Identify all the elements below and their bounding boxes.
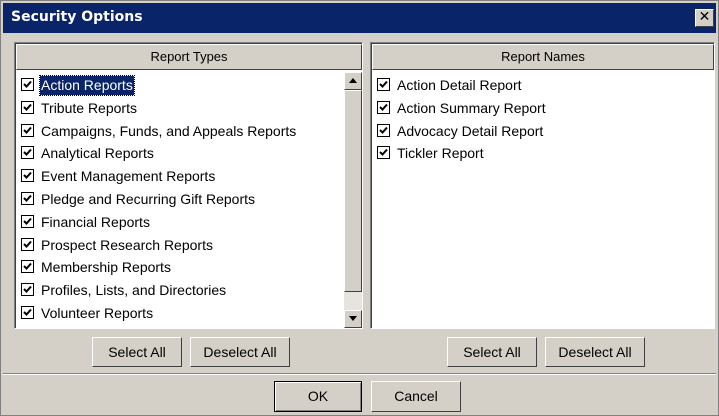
list-item[interactable]: Campaigns, Funds, and Appeals Reports [18,120,297,143]
check-icon [23,103,32,111]
list-item-label: Action Reports [39,75,135,96]
title-bar[interactable]: Security Options ✕ [3,3,716,33]
vertical-scrollbar[interactable] [344,72,362,328]
checkbox[interactable] [377,100,390,114]
check-icon [23,80,32,88]
close-icon: ✕ [698,9,711,25]
check-icon [379,103,388,111]
list-item[interactable]: Action Summary Report [374,97,547,120]
checkbox[interactable] [377,146,390,160]
checkbox[interactable] [21,283,34,297]
list-item-label: Action Summary Report [397,99,546,116]
checkbox[interactable] [21,260,34,274]
list-item[interactable]: Volunteer Reports [18,302,297,325]
checkbox[interactable] [21,237,34,251]
separator [3,373,716,375]
list-item[interactable]: Tickler Report [374,142,547,165]
report-types-header[interactable]: Report Types [16,44,362,70]
check-icon [23,172,32,180]
list-item-label: Financial Reports [41,213,150,230]
list-item[interactable]: Action Detail Report [374,74,547,97]
list-item[interactable]: Profiles, Lists, and Directories [18,279,297,302]
check-icon [23,149,32,157]
report-types-list: Action Reports Tribute Reports Campaigns… [18,74,297,325]
scrollbar-thumb[interactable] [344,90,362,292]
list-item-label: Campaigns, Funds, and Appeals Reports [41,122,297,139]
close-button[interactable]: ✕ [695,9,714,27]
check-icon [23,263,32,271]
window-title: Security Options [11,9,143,25]
list-item[interactable]: Membership Reports [18,256,297,279]
list-item-label: Event Management Reports [41,168,216,185]
report-names-select-all-button[interactable]: Select All [447,337,537,367]
list-item-label: Analytical Reports [41,145,154,162]
list-item[interactable]: Advocacy Detail Report [374,120,547,143]
report-types-panel: Report Types Action Reports Tribute Repo… [14,42,363,329]
report-types-deselect-all-button[interactable]: Deselect All [190,337,290,367]
checkbox[interactable] [21,305,34,319]
check-icon [23,240,32,248]
list-item-label: Volunteer Reports [41,304,154,321]
scroll-down-button[interactable] [344,310,362,328]
check-icon [23,308,32,316]
list-item-label: Action Detail Report [397,77,522,93]
report-names-list: Action Detail Report Action Summary Repo… [374,74,547,165]
report-names-deselect-all-button[interactable]: Deselect All [545,337,645,367]
list-item[interactable]: Pledge and Recurring Gift Reports [18,188,297,211]
security-options-dialog: Security Options ✕ Report Types Action R… [0,0,719,416]
check-icon [23,286,32,294]
checkbox[interactable] [21,78,34,91]
list-item[interactable]: Event Management Reports [18,165,297,188]
checkbox[interactable] [21,169,34,183]
list-item-label: Pledge and Recurring Gift Reports [41,190,255,207]
arrow-down-icon [349,316,357,321]
checkbox[interactable] [377,78,390,91]
list-item[interactable]: Action Reports [18,74,297,97]
checkbox[interactable] [377,123,390,137]
arrow-up-icon [349,78,357,83]
report-names-panel: Report Names Action Detail Report Action… [370,42,715,329]
list-item-label: Profiles, Lists, and Directories [41,282,227,299]
ok-button[interactable]: OK [274,381,362,412]
checkbox[interactable] [21,100,34,114]
list-item[interactable]: Prospect Research Reports [18,234,297,257]
list-item[interactable]: Tribute Reports [18,97,297,120]
checkbox[interactable] [21,191,34,205]
check-icon [23,217,32,225]
cancel-button[interactable]: Cancel [371,381,461,412]
check-icon [23,126,32,134]
report-types-select-all-button[interactable]: Select All [92,337,182,367]
list-item[interactable]: Analytical Reports [18,142,297,165]
check-icon [23,194,32,202]
report-names-header[interactable]: Report Names [372,44,714,70]
list-item[interactable]: Financial Reports [18,211,297,234]
check-icon [379,149,388,157]
checkbox[interactable] [21,214,34,228]
scroll-up-button[interactable] [344,72,362,90]
check-icon [379,80,388,88]
list-item-label: Tickler Report [397,145,484,162]
list-item-label: Membership Reports [41,259,171,276]
checkbox[interactable] [21,146,34,160]
checkbox[interactable] [21,123,34,137]
check-icon [379,126,388,134]
list-item-label: Advocacy Detail Report [397,122,544,139]
list-item-label: Tribute Reports [41,99,137,116]
list-item-label: Prospect Research Reports [41,236,213,253]
